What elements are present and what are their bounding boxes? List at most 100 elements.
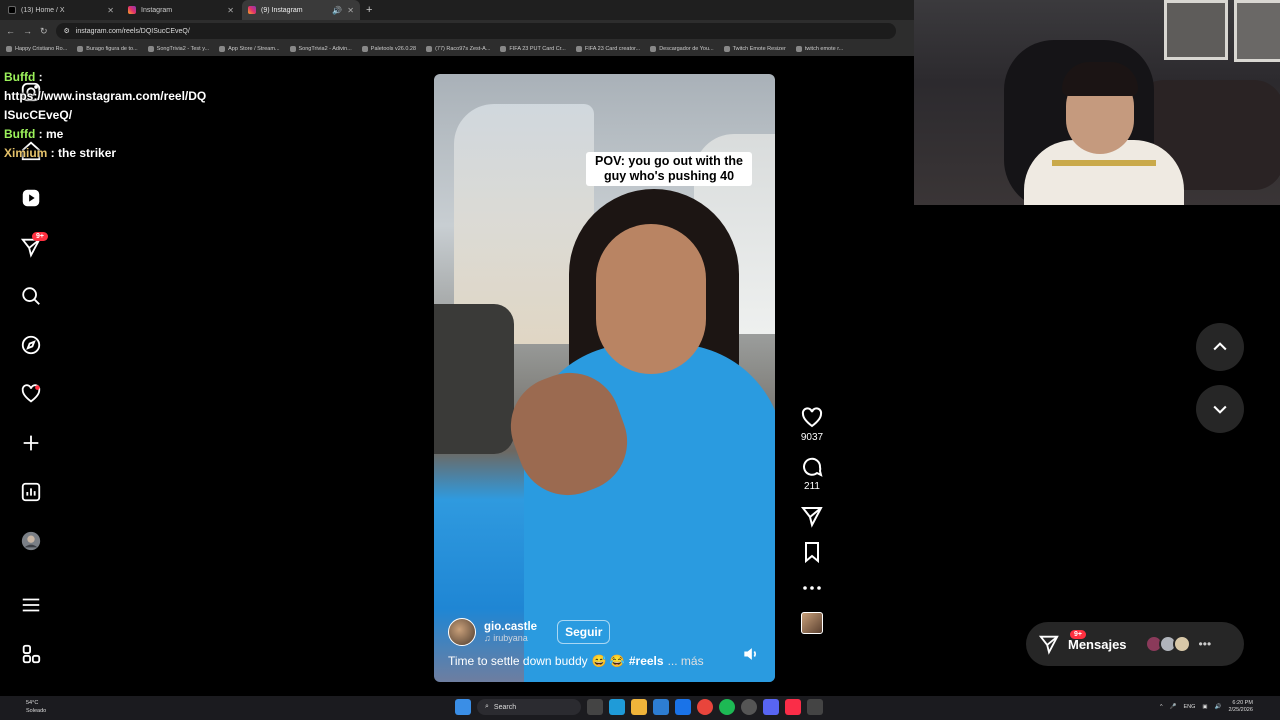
comment-button[interactable]: 211	[796, 455, 828, 492]
microphone-icon[interactable]: 🎤	[1170, 704, 1177, 710]
reel-info: gio.castle ♫ irubyana Seguir Time to set…	[448, 618, 758, 668]
chat-username: Buffd	[4, 70, 36, 84]
chat-message: Buffd :	[4, 68, 234, 87]
windows-start-icon[interactable]	[455, 699, 471, 715]
chevron-up-icon[interactable]: ^	[1160, 704, 1163, 710]
previous-reel-button[interactable]	[1196, 323, 1244, 371]
bookmark-item[interactable]: Happy Cristiano Ro...	[6, 46, 67, 52]
bookmark-favicon-icon	[147, 46, 154, 52]
bookmark-item[interactable]: Twitch Emote Resizer	[723, 46, 786, 52]
bookmark-favicon-icon	[77, 46, 84, 52]
bookmark-item[interactable]: Burago figura de to...	[77, 46, 138, 52]
site-info-icon[interactable]: ⚙	[64, 27, 70, 35]
chat-text: https://www.instagram.com/reel/DQ	[4, 89, 207, 103]
caption-more-link[interactable]: ... más	[668, 654, 704, 668]
taskbar-search[interactable]: ⌕ Search	[477, 699, 581, 715]
bookmark-item[interactable]: FIFA 23 Card creator...	[575, 46, 640, 52]
save-button[interactable]	[796, 540, 828, 564]
new-tab-button[interactable]: +	[366, 4, 372, 16]
video-scene-person	[596, 224, 706, 374]
caption-hashtag[interactable]: #reels	[629, 654, 664, 668]
music-icon[interactable]	[785, 699, 801, 715]
shirt-stripe	[1052, 160, 1156, 166]
system-tray: ^ 🎤 ENG ▣ 🔊 6:20 PM 2/25/2026	[1160, 700, 1253, 714]
messages-badge: 9+	[1070, 630, 1086, 639]
app-icon[interactable]	[807, 699, 823, 715]
chrome-icon[interactable]	[697, 699, 713, 715]
tab-instagram[interactable]: Instagram ✕	[122, 0, 240, 20]
audio-thumbnail[interactable]	[801, 612, 823, 634]
audio-credit[interactable]: ♫ irubyana	[484, 633, 537, 643]
url-field[interactable]: ⚙ instagram.com/reels/DQISucCEveQ/	[55, 23, 896, 39]
search-icon[interactable]	[19, 284, 43, 308]
language-indicator[interactable]: ENG	[1183, 704, 1195, 710]
author-username[interactable]: gio.castle	[484, 621, 537, 633]
more-options-button[interactable]	[796, 576, 828, 600]
bookmark-item[interactable]: Descargador de You...	[650, 46, 714, 52]
discord-icon[interactable]	[763, 699, 779, 715]
network-icon[interactable]: ▣	[1202, 704, 1207, 710]
heart-notifications-icon[interactable]	[19, 382, 43, 406]
chat-text: ISucCEveQ/	[4, 108, 73, 122]
bookmark-favicon-icon	[723, 46, 730, 52]
weather-widget[interactable]: 54°C Soleado	[26, 699, 46, 715]
bookmark-item[interactable]: FIFA 23 PUT Card Cr...	[500, 46, 566, 52]
tab-instagram-active[interactable]: (9) Instagram 🔊 ✕	[242, 0, 360, 20]
bookmark-favicon-icon	[289, 46, 296, 52]
messages-pill[interactable]: 9+ Mensajes •••	[1026, 622, 1244, 666]
bookmark-favicon-icon	[500, 46, 507, 52]
reload-icon[interactable]: ↻	[40, 26, 48, 37]
volume-icon[interactable]	[741, 644, 761, 664]
author-avatar[interactable]	[448, 618, 476, 646]
task-view-icon[interactable]	[587, 699, 603, 715]
edge-icon[interactable]	[609, 699, 625, 715]
close-icon[interactable]: ✕	[347, 6, 354, 15]
heart-icon	[801, 407, 823, 428]
share-button[interactable]	[796, 504, 828, 528]
bookmark-item[interactable]: SongTrivia2 - Test y...	[147, 46, 209, 52]
forward-icon[interactable]: →	[23, 26, 32, 36]
speaker-icon[interactable]: 🔊	[332, 6, 342, 15]
tab-label: Instagram	[141, 6, 173, 14]
follow-button[interactable]: Seguir	[557, 620, 611, 644]
bookmark-item[interactable]: Paletools v26.0.28	[361, 46, 416, 52]
obs-icon[interactable]	[741, 699, 757, 715]
chat-message: https://www.instagram.com/reel/DQ	[4, 87, 234, 106]
close-icon[interactable]: ✕	[107, 6, 114, 15]
reels-icon[interactable]	[19, 186, 43, 210]
spotify-icon[interactable]	[719, 699, 735, 715]
profile-avatar[interactable]	[19, 529, 43, 553]
clock-time: 6:20 PM	[1232, 700, 1253, 706]
explore-icon[interactable]	[19, 333, 43, 357]
bookmark-item[interactable]: twitch emote r...	[795, 46, 843, 52]
chat-username: Buffd	[4, 127, 36, 141]
file-explorer-icon[interactable]	[631, 699, 647, 715]
create-plus-icon[interactable]	[19, 431, 43, 455]
back-icon[interactable]: ←	[6, 26, 15, 36]
taskbar-apps: ⌕ Search	[455, 699, 823, 715]
tab-x-home[interactable]: (13) Home / X ✕	[2, 0, 120, 20]
clock[interactable]: 6:20 PM 2/25/2026	[1228, 700, 1252, 714]
store-icon[interactable]	[653, 699, 669, 715]
volume-icon[interactable]: 🔊	[1215, 704, 1222, 710]
bookmarks-bar: Happy Cristiano Ro... Burago figura de t…	[0, 42, 914, 56]
bookmark-favicon-icon	[426, 46, 433, 52]
next-reel-button[interactable]	[1196, 385, 1244, 433]
bookmark-favicon-icon	[219, 46, 226, 52]
threads-apps-icon[interactable]	[19, 642, 43, 666]
bookmark-item[interactable]: SongTrivia2 - Adivin...	[289, 46, 352, 52]
bookmark-item[interactable]: App Store / Stream...	[219, 46, 280, 52]
mail-icon[interactable]	[675, 699, 691, 715]
bookmark-item[interactable]: (77) Raco97s Zest-A...	[426, 46, 490, 52]
more-dots-icon[interactable]: •••	[1199, 637, 1212, 651]
stream-chat-overlay: Buffd : https://www.instagram.com/reel/D…	[4, 68, 234, 163]
reel-video[interactable]: POV: you go out with the guy who's pushi…	[434, 74, 775, 682]
screen: (13) Home / X ✕ Instagram ✕ (9) Instagra…	[0, 0, 1280, 720]
bookmark-favicon-icon	[6, 46, 12, 52]
chat-message: ISucCEveQ/	[4, 106, 234, 125]
like-button[interactable]: 9037	[796, 406, 828, 443]
search-label: Search	[493, 703, 517, 711]
close-icon[interactable]: ✕	[227, 6, 234, 15]
dashboard-icon[interactable]	[19, 480, 43, 504]
menu-hamburger-icon[interactable]	[19, 593, 43, 617]
